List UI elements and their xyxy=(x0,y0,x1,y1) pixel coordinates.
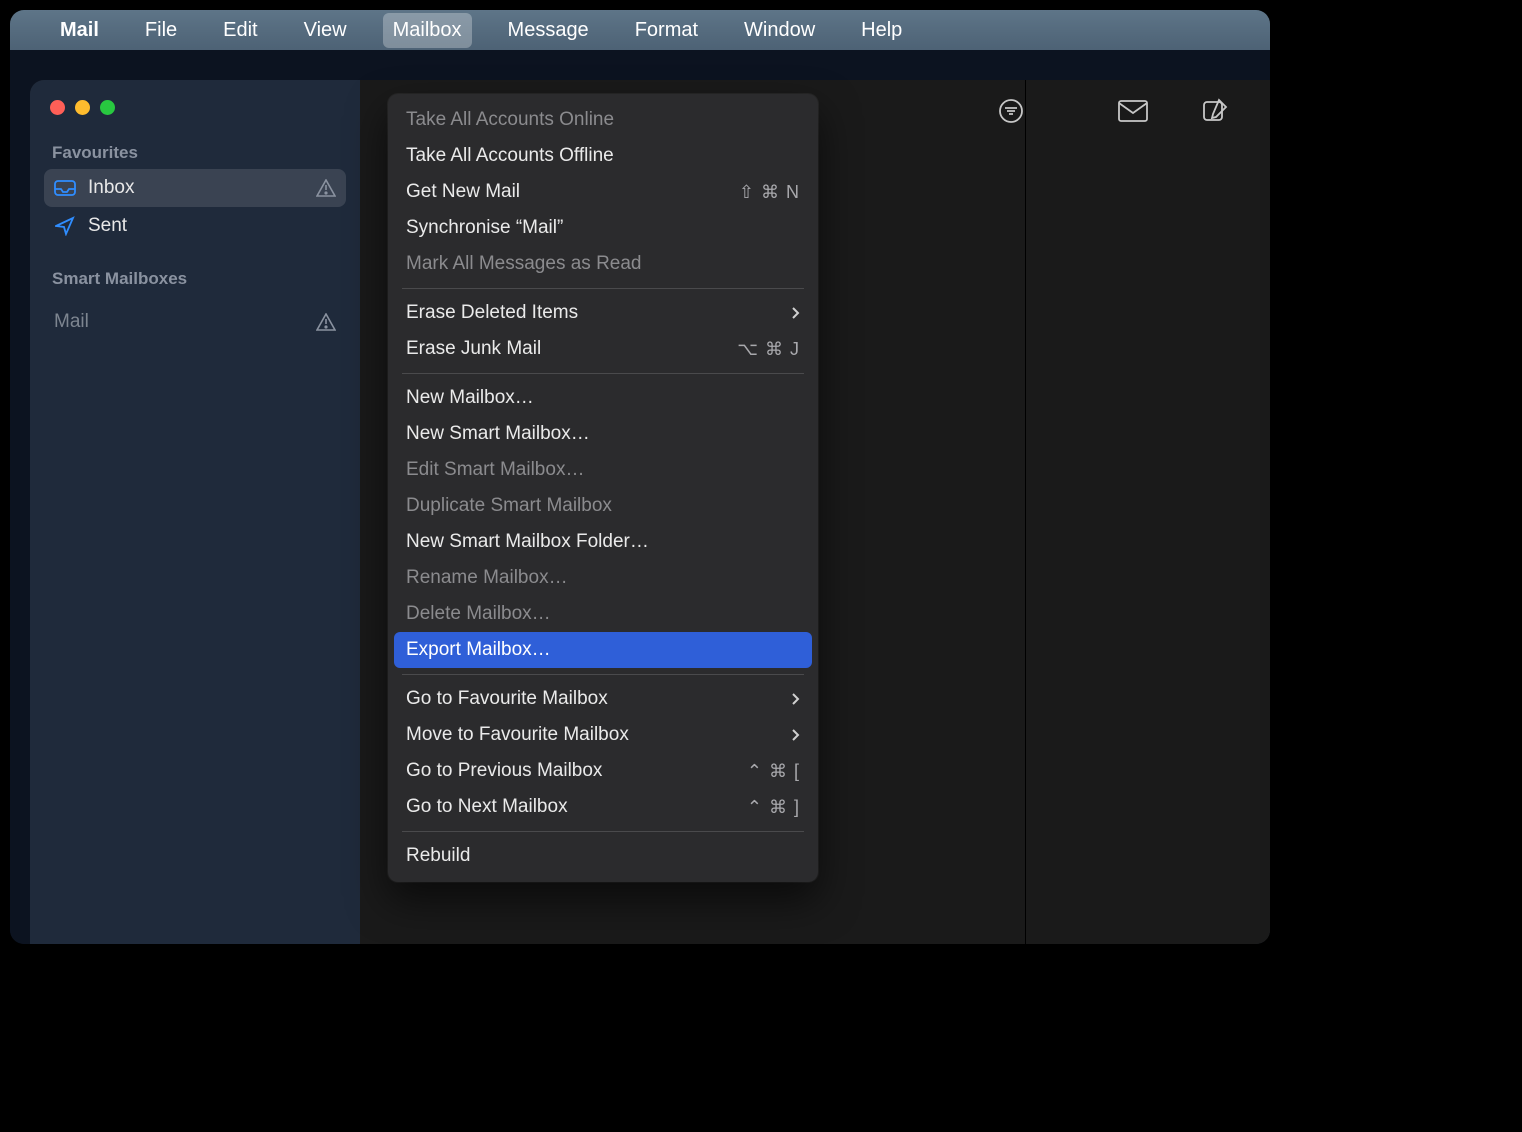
menu-item[interactable]: Get New Mail⇧ ⌘ N xyxy=(388,174,818,210)
menu-item[interactable]: Take All Accounts Offline xyxy=(388,138,818,174)
menu-item[interactable]: New Smart Mailbox… xyxy=(388,416,818,452)
chevron-right-icon xyxy=(791,728,800,742)
mailbox-menu: Take All Accounts Online Take All Account… xyxy=(388,94,818,882)
toolbar xyxy=(956,80,1270,142)
menu-item-label: Synchronise “Mail” xyxy=(406,217,800,239)
menubar: Mail File Edit View Mailbox Message Form… xyxy=(10,10,1270,50)
sidebar-item-label: Mail xyxy=(54,311,89,333)
menu-item-label: Export Mailbox… xyxy=(406,639,800,661)
filter-icon[interactable] xyxy=(996,96,1026,126)
menu-item[interactable]: Export Mailbox… xyxy=(394,632,812,668)
menu-item: Edit Smart Mailbox… xyxy=(388,452,818,488)
menu-item[interactable]: Erase Junk Mail⌥ ⌘ J xyxy=(388,331,818,367)
menubar-mailbox[interactable]: Mailbox xyxy=(383,13,472,48)
sidebar-item-label: Sent xyxy=(88,215,127,237)
menu-item[interactable]: Erase Deleted Items xyxy=(388,295,818,331)
warning-icon xyxy=(316,179,336,197)
sidebar-item-mail[interactable]: Mail xyxy=(44,303,346,341)
menu-item-label: Edit Smart Mailbox… xyxy=(406,459,800,481)
menu-item[interactable]: Go to Previous Mailbox⌃ ⌘ [ xyxy=(388,753,818,789)
menubar-edit[interactable]: Edit xyxy=(213,13,267,48)
menu-item-label: Rename Mailbox… xyxy=(406,567,800,589)
menu-item-label: Duplicate Smart Mailbox xyxy=(406,495,800,517)
menu-item-shortcut: ⇧ ⌘ N xyxy=(739,182,800,203)
sidebar-header-smart: Smart Mailboxes xyxy=(52,269,346,289)
close-button[interactable] xyxy=(50,100,65,115)
sent-icon xyxy=(54,216,76,236)
menu-item-label: Go to Favourite Mailbox xyxy=(406,688,791,710)
menu-item-label: Rebuild xyxy=(406,845,800,867)
menubar-file[interactable]: File xyxy=(135,13,187,48)
menu-item-label: New Smart Mailbox… xyxy=(406,423,800,445)
menu-item: Duplicate Smart Mailbox xyxy=(388,488,818,524)
menu-item[interactable]: Move to Favourite Mailbox xyxy=(388,717,818,753)
chevron-right-icon xyxy=(791,692,800,706)
menu-item-label: Go to Next Mailbox xyxy=(406,796,747,818)
envelope-icon[interactable] xyxy=(1118,96,1148,126)
menu-item[interactable]: Rebuild xyxy=(388,838,818,874)
menu-item-label: Delete Mailbox… xyxy=(406,603,800,625)
menu-item: Delete Mailbox… xyxy=(388,596,818,632)
sidebar: Favourites Inbox Sent Smart Mai xyxy=(30,80,360,944)
pane-divider xyxy=(1025,80,1026,944)
menubar-app[interactable]: Mail xyxy=(50,13,109,48)
window-controls xyxy=(50,100,346,115)
menu-item-label: Get New Mail xyxy=(406,181,739,203)
menu-item[interactable]: New Smart Mailbox Folder… xyxy=(388,524,818,560)
sidebar-item-inbox[interactable]: Inbox xyxy=(44,169,346,207)
sidebar-item-sent[interactable]: Sent xyxy=(44,207,346,245)
warning-icon xyxy=(316,313,336,331)
compose-icon[interactable] xyxy=(1200,96,1230,126)
menubar-window[interactable]: Window xyxy=(734,13,825,48)
inbox-icon xyxy=(54,180,76,196)
menu-item-label: Take All Accounts Offline xyxy=(406,145,800,167)
menu-item-shortcut: ⌥ ⌘ J xyxy=(737,339,800,360)
menu-item-label: Go to Previous Mailbox xyxy=(406,760,747,782)
menu-item-shortcut: ⌃ ⌘ ] xyxy=(747,797,800,818)
zoom-button[interactable] xyxy=(100,100,115,115)
sidebar-item-label: Inbox xyxy=(88,177,134,199)
menu-item[interactable]: New Mailbox… xyxy=(388,380,818,416)
menu-item: Take All Accounts Online xyxy=(388,102,818,138)
menubar-format[interactable]: Format xyxy=(625,13,708,48)
menu-item[interactable]: Go to Favourite Mailbox xyxy=(388,681,818,717)
menu-item[interactable]: Go to Next Mailbox⌃ ⌘ ] xyxy=(388,789,818,825)
menu-item-label: Erase Junk Mail xyxy=(406,338,737,360)
menubar-message[interactable]: Message xyxy=(498,13,599,48)
menu-item[interactable]: Synchronise “Mail” xyxy=(388,210,818,246)
menu-item: Rename Mailbox… xyxy=(388,560,818,596)
menubar-view[interactable]: View xyxy=(294,13,357,48)
menu-item-label: Take All Accounts Online xyxy=(406,109,800,131)
sidebar-header-favourites: Favourites xyxy=(52,143,346,163)
menubar-help[interactable]: Help xyxy=(851,13,912,48)
menu-item-label: Erase Deleted Items xyxy=(406,302,791,324)
menu-item-label: Move to Favourite Mailbox xyxy=(406,724,791,746)
menu-item: Mark All Messages as Read xyxy=(388,246,818,282)
menu-item-label: New Mailbox… xyxy=(406,387,800,409)
menu-item-label: New Smart Mailbox Folder… xyxy=(406,531,800,553)
menu-item-label: Mark All Messages as Read xyxy=(406,253,800,275)
chevron-right-icon xyxy=(791,306,800,320)
minimize-button[interactable] xyxy=(75,100,90,115)
menu-item-shortcut: ⌃ ⌘ [ xyxy=(747,761,800,782)
